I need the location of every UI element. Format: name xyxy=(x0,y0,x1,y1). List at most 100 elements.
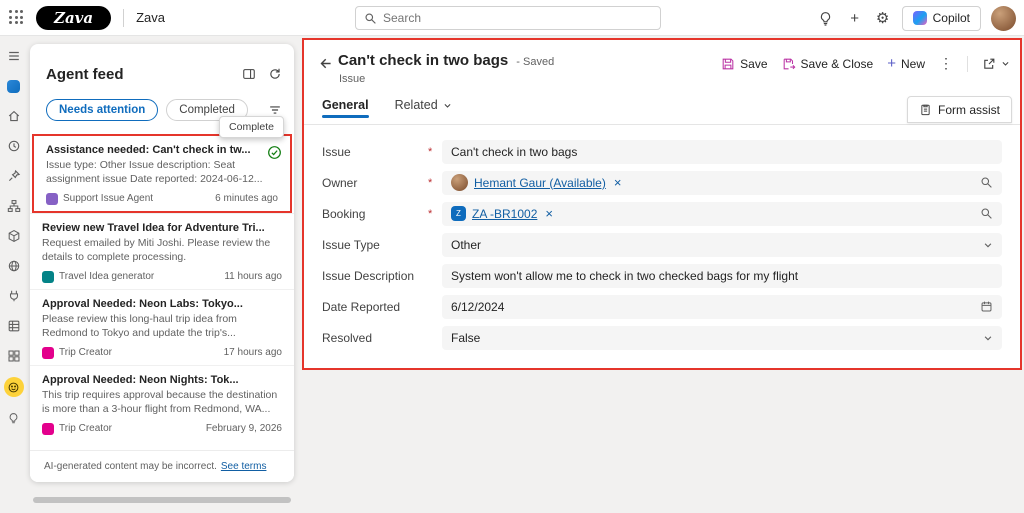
search-box[interactable] xyxy=(355,6,661,30)
tables-icon[interactable] xyxy=(5,317,23,335)
plus-icon: + xyxy=(887,55,896,72)
remove-owner-icon[interactable]: × xyxy=(614,176,622,189)
tab-general[interactable]: General xyxy=(322,98,369,118)
field-value: False xyxy=(451,330,481,345)
calendar-icon[interactable] xyxy=(980,300,993,313)
insights-icon[interactable] xyxy=(5,409,23,427)
field-value: Can't check in two bags xyxy=(451,144,578,159)
check-circle-icon[interactable] xyxy=(267,145,282,160)
home-icon[interactable] xyxy=(5,107,23,125)
filter-icon[interactable] xyxy=(268,103,282,117)
search-input[interactable] xyxy=(383,11,652,25)
save-button[interactable]: Save xyxy=(721,57,768,71)
save-close-icon xyxy=(783,58,795,69)
record-header: Can't check in two bags - Saved xyxy=(338,52,554,69)
share-button[interactable] xyxy=(982,57,1010,71)
products-icon[interactable] xyxy=(5,227,23,245)
booking-record-icon: Z xyxy=(451,206,466,221)
connectors-icon[interactable] xyxy=(5,287,23,305)
field-label: Resolved xyxy=(322,330,373,345)
form-assist-label: Form assist xyxy=(937,102,1000,117)
required-asterisk: * xyxy=(428,176,433,189)
feed-item-time: 6 minutes ago xyxy=(215,193,278,205)
tab-related[interactable]: Related xyxy=(395,98,452,112)
agent-name: Support Issue Agent xyxy=(63,193,154,205)
chevron-down-icon xyxy=(1002,62,1009,66)
feed-header-actions xyxy=(242,67,282,81)
issue-type-select[interactable]: Other xyxy=(442,232,1002,257)
field-label: Issue Type xyxy=(322,237,380,252)
date-reported-field[interactable]: 6/12/2024 xyxy=(442,294,1002,319)
feed-item-footer: Trip Creator 17 hours ago xyxy=(42,346,282,359)
app-launcher-icon[interactable] xyxy=(9,10,24,25)
form-assist-button[interactable]: Form assist xyxy=(906,96,1012,123)
lookup-search-icon[interactable] xyxy=(980,176,993,189)
app-home-icon[interactable] xyxy=(5,77,23,95)
more-commands-icon[interactable]: ⋮ xyxy=(939,55,953,72)
tab-related-label: Related xyxy=(394,98,438,112)
app-name[interactable]: Zava xyxy=(136,10,165,25)
zava-logo: Zava xyxy=(36,5,112,30)
record-title: Can't check in two bags xyxy=(338,52,509,69)
feed-item-body: Issue type: Other Issue description: Sea… xyxy=(46,159,263,185)
booking-link[interactable]: ZA -BR1002 xyxy=(472,207,537,221)
issue-description-field[interactable]: System won't allow me to check in two ch… xyxy=(442,263,1002,288)
field-row-issue-description: Issue Description System won't allow me … xyxy=(322,260,1002,291)
feed-item-title: Review new Travel Idea for Adventure Tri… xyxy=(42,221,265,234)
pinned-icon[interactable] xyxy=(5,167,23,185)
feed-filter-pills: Needs attention Completed xyxy=(46,99,248,121)
feed-item[interactable]: Approval Needed: Neon Nights: Tok... Thi… xyxy=(30,364,294,441)
command-bar: Save Save & Close + New ⋮ xyxy=(721,55,1010,72)
lightbulb-icon[interactable] xyxy=(818,11,836,26)
issue-field[interactable]: Can't check in two bags xyxy=(442,139,1002,164)
feed-item-time: 17 hours ago xyxy=(223,347,282,359)
web-icon[interactable] xyxy=(5,257,23,275)
gear-icon[interactable]: ⚙ xyxy=(874,11,892,26)
feed-item[interactable]: Approval Needed: Neon Labs: Tokyo... Ple… xyxy=(30,288,294,365)
copilot-button[interactable]: Copilot xyxy=(901,5,981,31)
lookup-search-icon[interactable] xyxy=(980,207,993,220)
tooltip-complete: Complete xyxy=(219,116,284,138)
disclaimer-text: AI-generated content may be incorrect. xyxy=(44,461,217,472)
field-value: System won't allow me to check in two ch… xyxy=(451,268,799,283)
remove-booking-icon[interactable]: × xyxy=(545,207,553,220)
feed-item[interactable]: Assistance needed: Can't check in tw... … xyxy=(32,134,292,213)
chevron-down-icon[interactable] xyxy=(983,240,993,250)
form-fields: Issue * Can't check in two bags Owner * … xyxy=(322,136,1002,353)
recent-icon[interactable] xyxy=(5,137,23,155)
refresh-icon[interactable] xyxy=(268,67,282,81)
hierarchy-icon[interactable] xyxy=(5,197,23,215)
open-in-pane-icon[interactable] xyxy=(242,67,256,81)
user-avatar[interactable] xyxy=(991,5,1016,31)
owner-field[interactable]: Hemant Gaur (Available) × xyxy=(442,170,1002,195)
plus-icon[interactable]: + xyxy=(846,11,864,26)
feed-item-title: Approval Needed: Neon Nights: Tok... xyxy=(42,373,239,386)
left-rail xyxy=(0,36,27,513)
back-arrow-icon[interactable] xyxy=(317,56,332,71)
resolved-select[interactable]: False xyxy=(442,325,1002,350)
command-divider xyxy=(967,55,968,72)
agent-feed-panel: Agent feed Needs attention Completed Com… xyxy=(30,44,294,482)
feed-item-footer: Trip Creator February 9, 2026 xyxy=(42,422,282,435)
booking-field[interactable]: Z ZA -BR1002 × xyxy=(442,201,1002,226)
save-close-label: Save & Close xyxy=(800,56,874,71)
field-label: Booking xyxy=(322,206,366,221)
see-terms-link[interactable]: See terms xyxy=(221,461,267,472)
topbar-divider xyxy=(123,8,125,27)
owner-link[interactable]: Hemant Gaur (Available) xyxy=(474,176,606,190)
apps-icon[interactable] xyxy=(5,347,23,365)
horizontal-scrollbar[interactable] xyxy=(33,497,291,503)
tabs-divider xyxy=(304,124,1020,125)
filter-needs-attention[interactable]: Needs attention xyxy=(46,99,159,121)
chevron-down-icon[interactable] xyxy=(983,333,993,343)
agent-feed-icon[interactable] xyxy=(3,377,24,397)
save-and-close-button[interactable]: Save & Close xyxy=(782,56,874,71)
new-button[interactable]: + New xyxy=(887,56,925,71)
feed-item[interactable]: Review new Travel Idea for Adventure Tri… xyxy=(30,212,294,289)
copilot-icon xyxy=(912,11,927,25)
agent-icon xyxy=(42,422,54,435)
app-window: Zava Zava + ⚙ Copilot xyxy=(0,0,1024,513)
feed-item-body: This trip requires approval because the … xyxy=(42,388,278,415)
field-row-booking: Booking * Z ZA -BR1002 × xyxy=(322,198,1002,229)
menu-icon[interactable] xyxy=(5,47,23,65)
